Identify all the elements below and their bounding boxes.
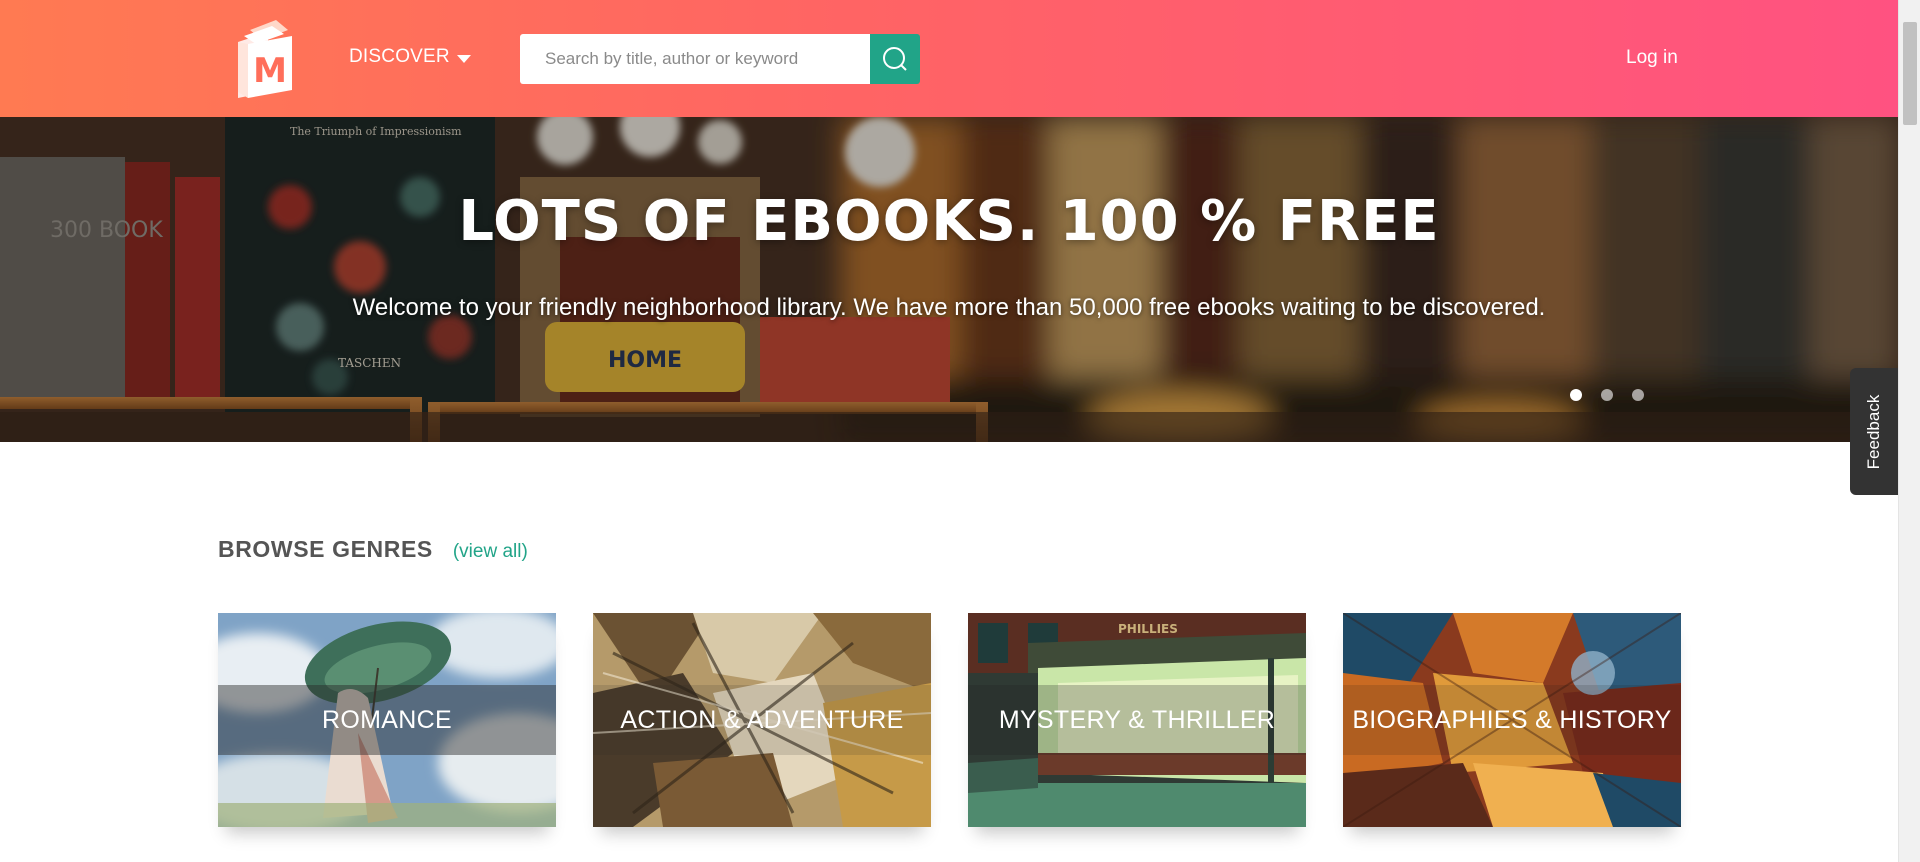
genre-label: ROMANCE <box>322 705 452 734</box>
hero-title: LOTS OF EBOOKS. 100 % FREE <box>458 189 1440 254</box>
feedback-tab[interactable]: Feedback <box>1850 368 1898 495</box>
browse-genres-header: BROWSE GENRES (view all) <box>218 536 528 563</box>
login-link[interactable]: Log in <box>1626 47 1678 69</box>
hero-subtitle: Welcome to your friendly neighborhood li… <box>352 294 1546 321</box>
discover-menu[interactable]: DISCOVER <box>349 46 471 68</box>
feedback-label: Feedback <box>1864 394 1883 469</box>
genre-label-band: BIOGRAPHIES & HISTORY <box>1343 685 1681 755</box>
genre-label-band: ROMANCE <box>218 685 556 755</box>
site-logo[interactable]: M <box>236 20 296 98</box>
search-bar <box>520 34 920 84</box>
carousel-dot-2[interactable] <box>1601 389 1613 401</box>
search-icon <box>883 47 907 71</box>
search-button[interactable] <box>870 34 920 84</box>
hero-banner: The Triumph of Impressionism TASCHEN 300… <box>0 117 1898 442</box>
scrollbar-thumb[interactable] <box>1903 22 1917 125</box>
carousel-dot-3[interactable] <box>1632 389 1644 401</box>
genre-card-mystery-thriller[interactable]: PHILLIES MYSTERY & THRILLER <box>968 613 1306 827</box>
genre-card-action-adventure[interactable]: ACTION & ADVENTURE <box>593 613 931 827</box>
chevron-down-icon <box>456 54 471 63</box>
painting-sign-text: PHILLIES <box>1118 622 1178 636</box>
top-header: M DISCOVER Log in <box>0 0 1898 117</box>
genre-label: BIOGRAPHIES & HISTORY <box>1352 705 1672 734</box>
page-scrollbar[interactable] <box>1898 0 1920 862</box>
genre-card-romance[interactable]: ROMANCE <box>218 613 556 827</box>
logo-letter: M <box>253 51 287 91</box>
search-input[interactable] <box>520 34 870 84</box>
genre-label: MYSTERY & THRILLER <box>998 705 1276 734</box>
genre-label: ACTION & ADVENTURE <box>620 705 904 734</box>
carousel-dots <box>1570 389 1644 401</box>
carousel-dot-1[interactable] <box>1570 389 1582 401</box>
genre-label-band: ACTION & ADVENTURE <box>593 685 931 755</box>
genre-card-biographies-history[interactable]: BIOGRAPHIES & HISTORY <box>1343 613 1681 827</box>
view-all-link[interactable]: (view all) <box>453 541 528 563</box>
genre-label-band: MYSTERY & THRILLER <box>968 685 1306 755</box>
section-title: BROWSE GENRES <box>218 536 433 562</box>
discover-label: DISCOVER <box>349 46 450 67</box>
